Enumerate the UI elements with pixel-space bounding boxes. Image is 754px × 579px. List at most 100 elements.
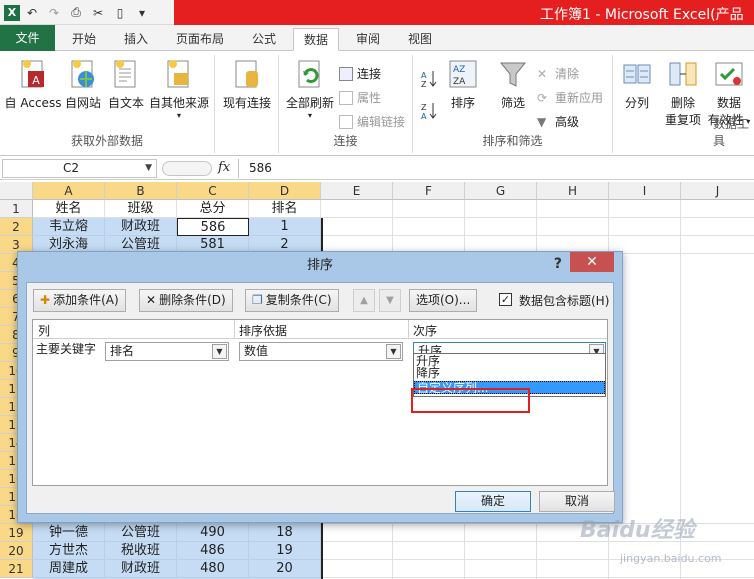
from-web-button[interactable]: 自网站	[62, 59, 104, 111]
delete-level-icon: ✕	[146, 293, 157, 307]
cell-header[interactable]: 排名	[249, 200, 321, 218]
remove-duplicates-button[interactable]: 删除 重复项	[659, 59, 707, 128]
advanced-filter-button[interactable]: ▼ 高级	[537, 113, 579, 130]
cell[interactable]: 18	[249, 524, 321, 542]
delete-level-button[interactable]: ✕ 删除条件(D)	[139, 289, 233, 312]
cell[interactable]: 1	[249, 218, 321, 236]
cell[interactable]: 公管班	[105, 524, 177, 542]
existing-connections-button[interactable]: 现有连接	[221, 59, 273, 111]
has-headers-checkbox[interactable]: ✓	[499, 293, 512, 306]
order-option-descending[interactable]: 降序	[414, 367, 605, 380]
cell[interactable]: 财政班	[105, 560, 177, 578]
new-doc-icon[interactable]: ▯	[110, 3, 130, 23]
cell[interactable]: 方世杰	[33, 542, 105, 560]
tab-formulas[interactable]: 公式	[242, 28, 286, 51]
cancel-button[interactable]: 取消	[539, 491, 615, 512]
connections-button[interactable]: 连接	[339, 65, 381, 82]
tab-page-layout[interactable]: 页面布局	[166, 28, 234, 51]
edit-links-icon	[339, 114, 353, 129]
svg-text:ZA: ZA	[453, 77, 466, 87]
copy-level-icon: ❐	[252, 293, 263, 307]
cell-header[interactable]: 总分	[177, 200, 249, 218]
from-other-sources-button[interactable]: 自其他来源 ▾	[146, 59, 212, 120]
tools-icon[interactable]: ✂	[88, 3, 108, 23]
add-level-button[interactable]: ✚ 添加条件(A)	[33, 289, 126, 312]
properties-button[interactable]: 属性	[339, 89, 381, 106]
ok-button[interactable]: 确定	[455, 491, 531, 512]
split-columns-icon	[623, 64, 651, 84]
row-header[interactable]: 20	[0, 542, 33, 560]
row-header[interactable]: 1	[0, 200, 33, 218]
copy-level-button[interactable]: ❐ 复制条件(C)	[245, 289, 339, 312]
refresh-all-button[interactable]: 全部刷新 ▾	[283, 59, 337, 120]
column-header-c[interactable]: C	[177, 182, 249, 200]
sort-by-column-select[interactable]: 排名 ▼	[105, 342, 229, 361]
reapply-button[interactable]: ⟳ 重新应用	[537, 89, 603, 106]
sort-on-heading: 排序依据	[239, 324, 288, 338]
row-header[interactable]: 2	[0, 218, 33, 236]
move-down-button[interactable]: ▼	[379, 289, 401, 312]
name-box[interactable]: C2 ▼	[2, 159, 157, 178]
row-header[interactable]: 21	[0, 560, 33, 578]
cell[interactable]: 490	[177, 524, 249, 542]
sort-az-icon: AZ	[421, 71, 437, 89]
cell-header[interactable]: 姓名	[33, 200, 105, 218]
row-header[interactable]: 19	[0, 524, 33, 542]
clear-filter-button[interactable]: ✕ 清除	[537, 65, 579, 82]
from-text-button[interactable]: 自文本	[106, 59, 146, 111]
column-header-j[interactable]: J	[681, 182, 754, 200]
column-header-f[interactable]: F	[393, 182, 465, 200]
cell[interactable]: 20	[249, 560, 321, 578]
print-preview-icon[interactable]: ⎙	[66, 3, 86, 23]
formula-input[interactable]: 586	[238, 159, 752, 178]
filter-button[interactable]: 筛选	[493, 59, 533, 111]
column-header-g[interactable]: G	[465, 182, 537, 200]
tab-review[interactable]: 审阅	[346, 28, 390, 51]
chevron-down-icon[interactable]: ▼	[212, 344, 227, 359]
cell[interactable]: 韦立熔	[33, 218, 105, 236]
formula-bar-resize-handle[interactable]	[162, 161, 212, 176]
column-header-a[interactable]: A	[33, 182, 105, 200]
sort-button[interactable]: AZ ZA 排序	[443, 59, 483, 111]
insert-function-icon[interactable]: fx	[218, 160, 230, 175]
cell[interactable]: 税收班	[105, 542, 177, 560]
help-icon[interactable]: ?	[554, 256, 562, 272]
column-header-e[interactable]: E	[321, 182, 393, 200]
close-button[interactable]: ✕	[570, 252, 614, 272]
undo-icon[interactable]: ↶	[22, 3, 42, 23]
add-level-icon: ✚	[40, 293, 51, 307]
column-header-h[interactable]: H	[537, 182, 609, 200]
tab-home[interactable]: 开始	[62, 28, 106, 51]
from-access-button[interactable]: A 自 Access	[4, 59, 62, 111]
cell[interactable]: 19	[249, 542, 321, 560]
tab-file[interactable]: 文件	[0, 25, 55, 51]
sort-ascending-button[interactable]: AZ	[419, 69, 439, 89]
column-header-b[interactable]: B	[105, 182, 177, 200]
tab-view[interactable]: 视图	[398, 28, 442, 51]
other-sources-icon	[167, 60, 189, 88]
excel-logo-icon[interactable]: X	[4, 4, 20, 21]
tab-insert[interactable]: 插入	[114, 28, 158, 51]
options-button[interactable]: 选项(O)...	[409, 289, 478, 312]
move-up-button[interactable]: ▲	[353, 289, 375, 312]
primary-key-label: 主要关键字	[36, 342, 97, 356]
redo-icon[interactable]: ↷	[44, 3, 64, 23]
cell[interactable]: 486	[177, 542, 249, 560]
column-header-d[interactable]: D	[249, 182, 321, 200]
text-to-columns-button[interactable]: 分列	[617, 59, 657, 111]
cell-header[interactable]: 班级	[105, 200, 177, 218]
select-all-corner[interactable]	[0, 182, 33, 200]
name-box-dropdown-icon[interactable]: ▼	[145, 160, 152, 177]
sort-on-select[interactable]: 数值 ▼	[239, 342, 403, 361]
qat-dropdown-icon[interactable]: ▾	[132, 3, 152, 23]
column-header-i[interactable]: I	[609, 182, 681, 200]
active-cell[interactable]: 586	[177, 218, 249, 236]
tab-data[interactable]: 数据	[293, 28, 340, 51]
sort-descending-button[interactable]: ZA	[419, 101, 439, 121]
cell[interactable]: 480	[177, 560, 249, 578]
cell[interactable]: 周建成	[33, 560, 105, 578]
chevron-down-icon[interactable]: ▼	[386, 344, 401, 359]
edit-links-button[interactable]: 编辑链接	[339, 113, 405, 130]
cell[interactable]: 钟一德	[33, 524, 105, 542]
cell[interactable]: 财政班	[105, 218, 177, 236]
